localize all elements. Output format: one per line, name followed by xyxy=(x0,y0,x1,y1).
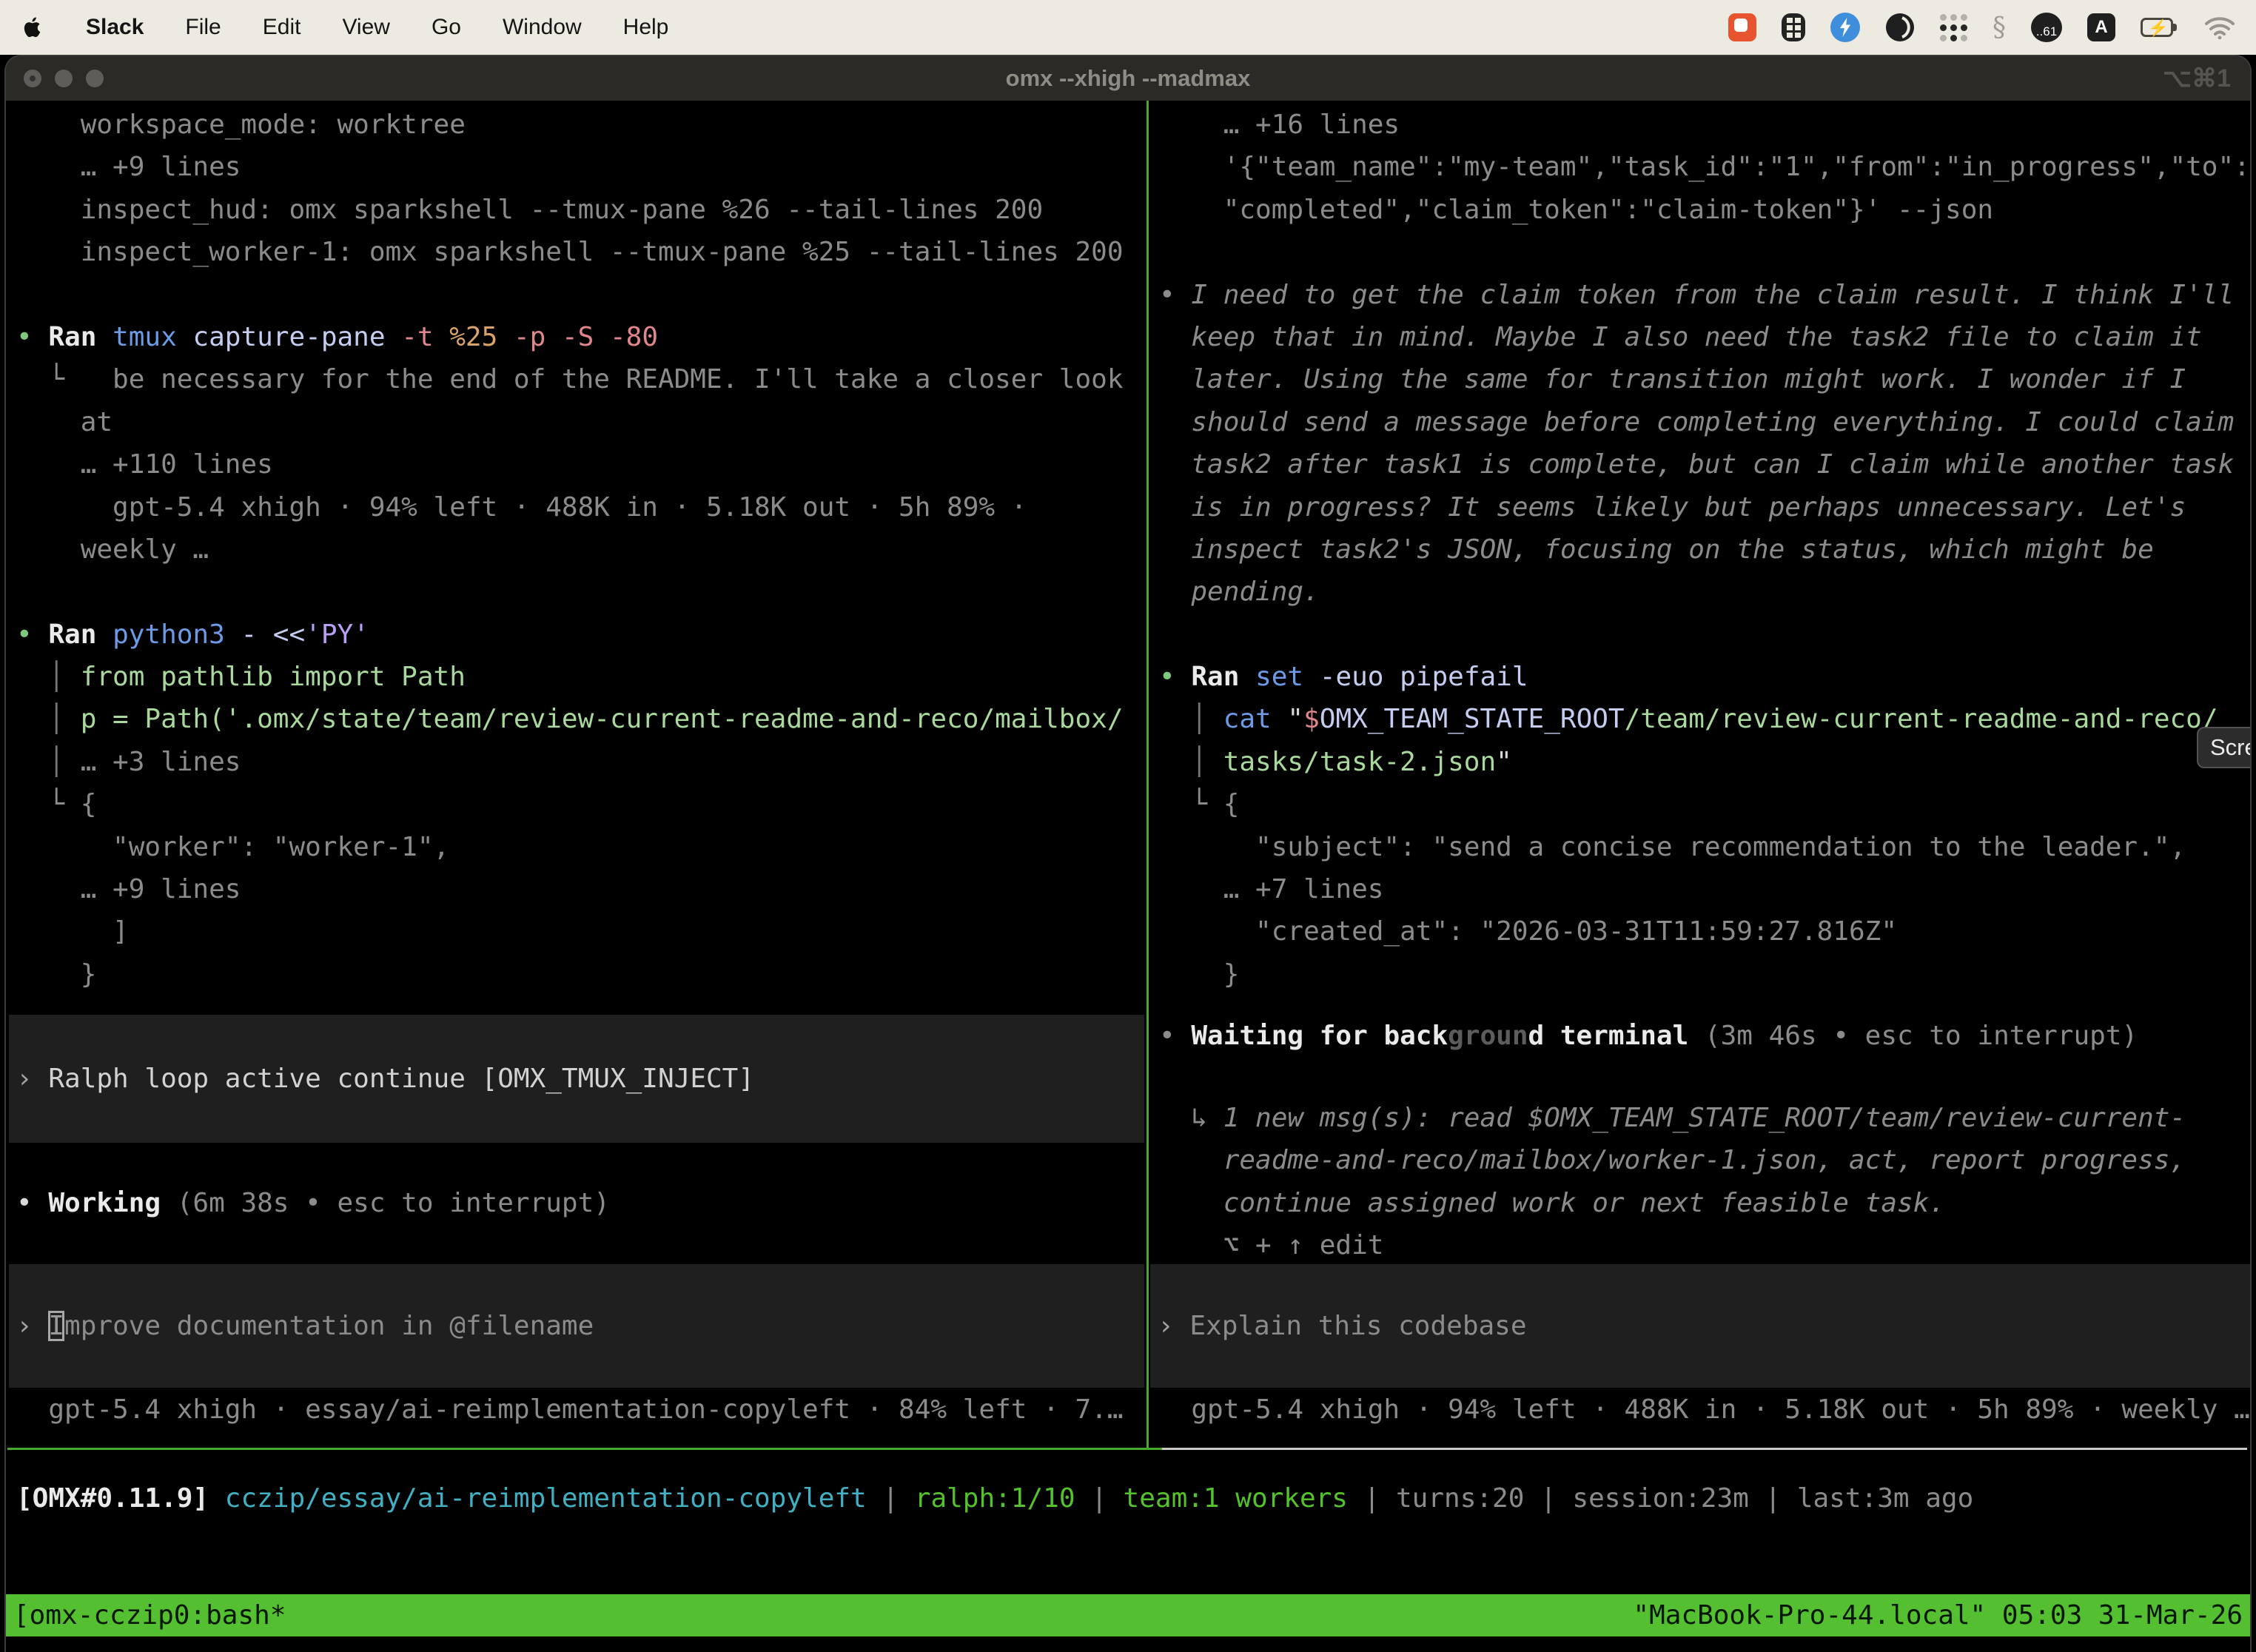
menu-item-file[interactable]: File xyxy=(185,15,221,40)
battery-icon[interactable]: ⚡ xyxy=(2141,11,2179,44)
chat-app-icon[interactable] xyxy=(1728,11,1756,44)
macos-menu-bar: Slack File Edit View Go Window Help xyxy=(0,0,2256,55)
menu-item-edit[interactable]: Edit xyxy=(263,15,301,40)
shield-grid-icon[interactable] xyxy=(1782,11,1805,44)
right-model-statusline: gpt-5.4 xhigh · 94% left · 488K in · 5.1… xyxy=(1159,1389,2250,1431)
left-pane-scrollback: workspace_mode: worktree … +9 lines insp… xyxy=(16,104,1144,995)
terminal-window: omx --xhigh --madmax ⌥⌘1 workspace_mode:… xyxy=(4,55,2252,1652)
left-model-statusline: gpt-5.4 xhigh · essay/ai-reimplementatio… xyxy=(16,1389,1124,1431)
active-pane-border xyxy=(7,1448,1162,1450)
count-badge-icon[interactable]: ..61 xyxy=(2031,11,2062,44)
window-titlebar[interactable]: omx --xhigh --madmax ⌥⌘1 xyxy=(6,56,2250,101)
tmux-session-label[interactable]: [omx-cczip0:bash* xyxy=(13,1600,286,1631)
close-button[interactable] xyxy=(24,70,41,87)
inactive-pane-border xyxy=(1162,1448,2247,1450)
window-title: omx --xhigh --madmax xyxy=(1006,65,1251,92)
menu-status-icons: § ..61 A ⚡ xyxy=(1728,11,2235,44)
tmux-host-clock: "MacBook-Pro-44.local" 05:03 31-Mar-26 xyxy=(1633,1600,2243,1631)
left-working-status: • Working (6m 38s • esc to interrupt) xyxy=(16,1182,610,1224)
left-prompt-input[interactable]: › Improve documentation in @filename xyxy=(9,1264,1144,1388)
badge-bolt-icon[interactable] xyxy=(1830,11,1860,44)
menu-item-help[interactable]: Help xyxy=(623,15,669,40)
pane-divider[interactable] xyxy=(1147,101,1149,1448)
right-mailbox-messages: ↳ 1 new msg(s): read $OMX_TEAM_STATE_ROO… xyxy=(1159,1097,2252,1267)
wifi-icon[interactable] xyxy=(2204,11,2235,44)
screen: Slack File Edit View Go Window Help xyxy=(0,0,2256,1652)
menu-item-go[interactable]: Go xyxy=(432,15,461,40)
omx-hud-statusline: [OMX#0.11.9] cczip/essay/ai-reimplementa… xyxy=(16,1483,1973,1514)
zoom-button[interactable] xyxy=(86,70,104,87)
apple-menu-icon[interactable] xyxy=(21,11,44,44)
menu-item-window[interactable]: Window xyxy=(503,15,582,40)
tmux-status-bar: [omx-cczip0:bash* "MacBook-Pro-44.local"… xyxy=(6,1594,2250,1636)
menu-app-name[interactable]: Slack xyxy=(86,15,144,40)
right-pane-scrollback: … +16 lines '{"team_name":"my-team","tas… xyxy=(1155,104,2252,995)
right-waiting-status: • Waiting for background terminal (3m 46… xyxy=(1159,1015,2138,1057)
dots-grid-icon[interactable] xyxy=(1940,11,1967,44)
traffic-lights xyxy=(24,70,104,87)
squiggle-icon[interactable]: § xyxy=(1993,11,2006,44)
ralph-loop-banner: › Ralph loop active continue [OMX_TMUX_I… xyxy=(9,1015,1144,1143)
menu-item-view[interactable]: View xyxy=(342,15,389,40)
crescent-circle-icon[interactable] xyxy=(1885,11,1915,44)
menu-left: Slack File Edit View Go Window Help xyxy=(21,11,668,44)
right-prompt-input[interactable]: › Explain this codebase xyxy=(1150,1264,2252,1388)
input-source-icon[interactable]: A xyxy=(2087,11,2115,44)
minimize-button[interactable] xyxy=(55,70,73,87)
window-shortcut-hint: ⌥⌘1 xyxy=(2163,64,2231,93)
screenshot-tooltip: Scre xyxy=(2197,727,2252,768)
